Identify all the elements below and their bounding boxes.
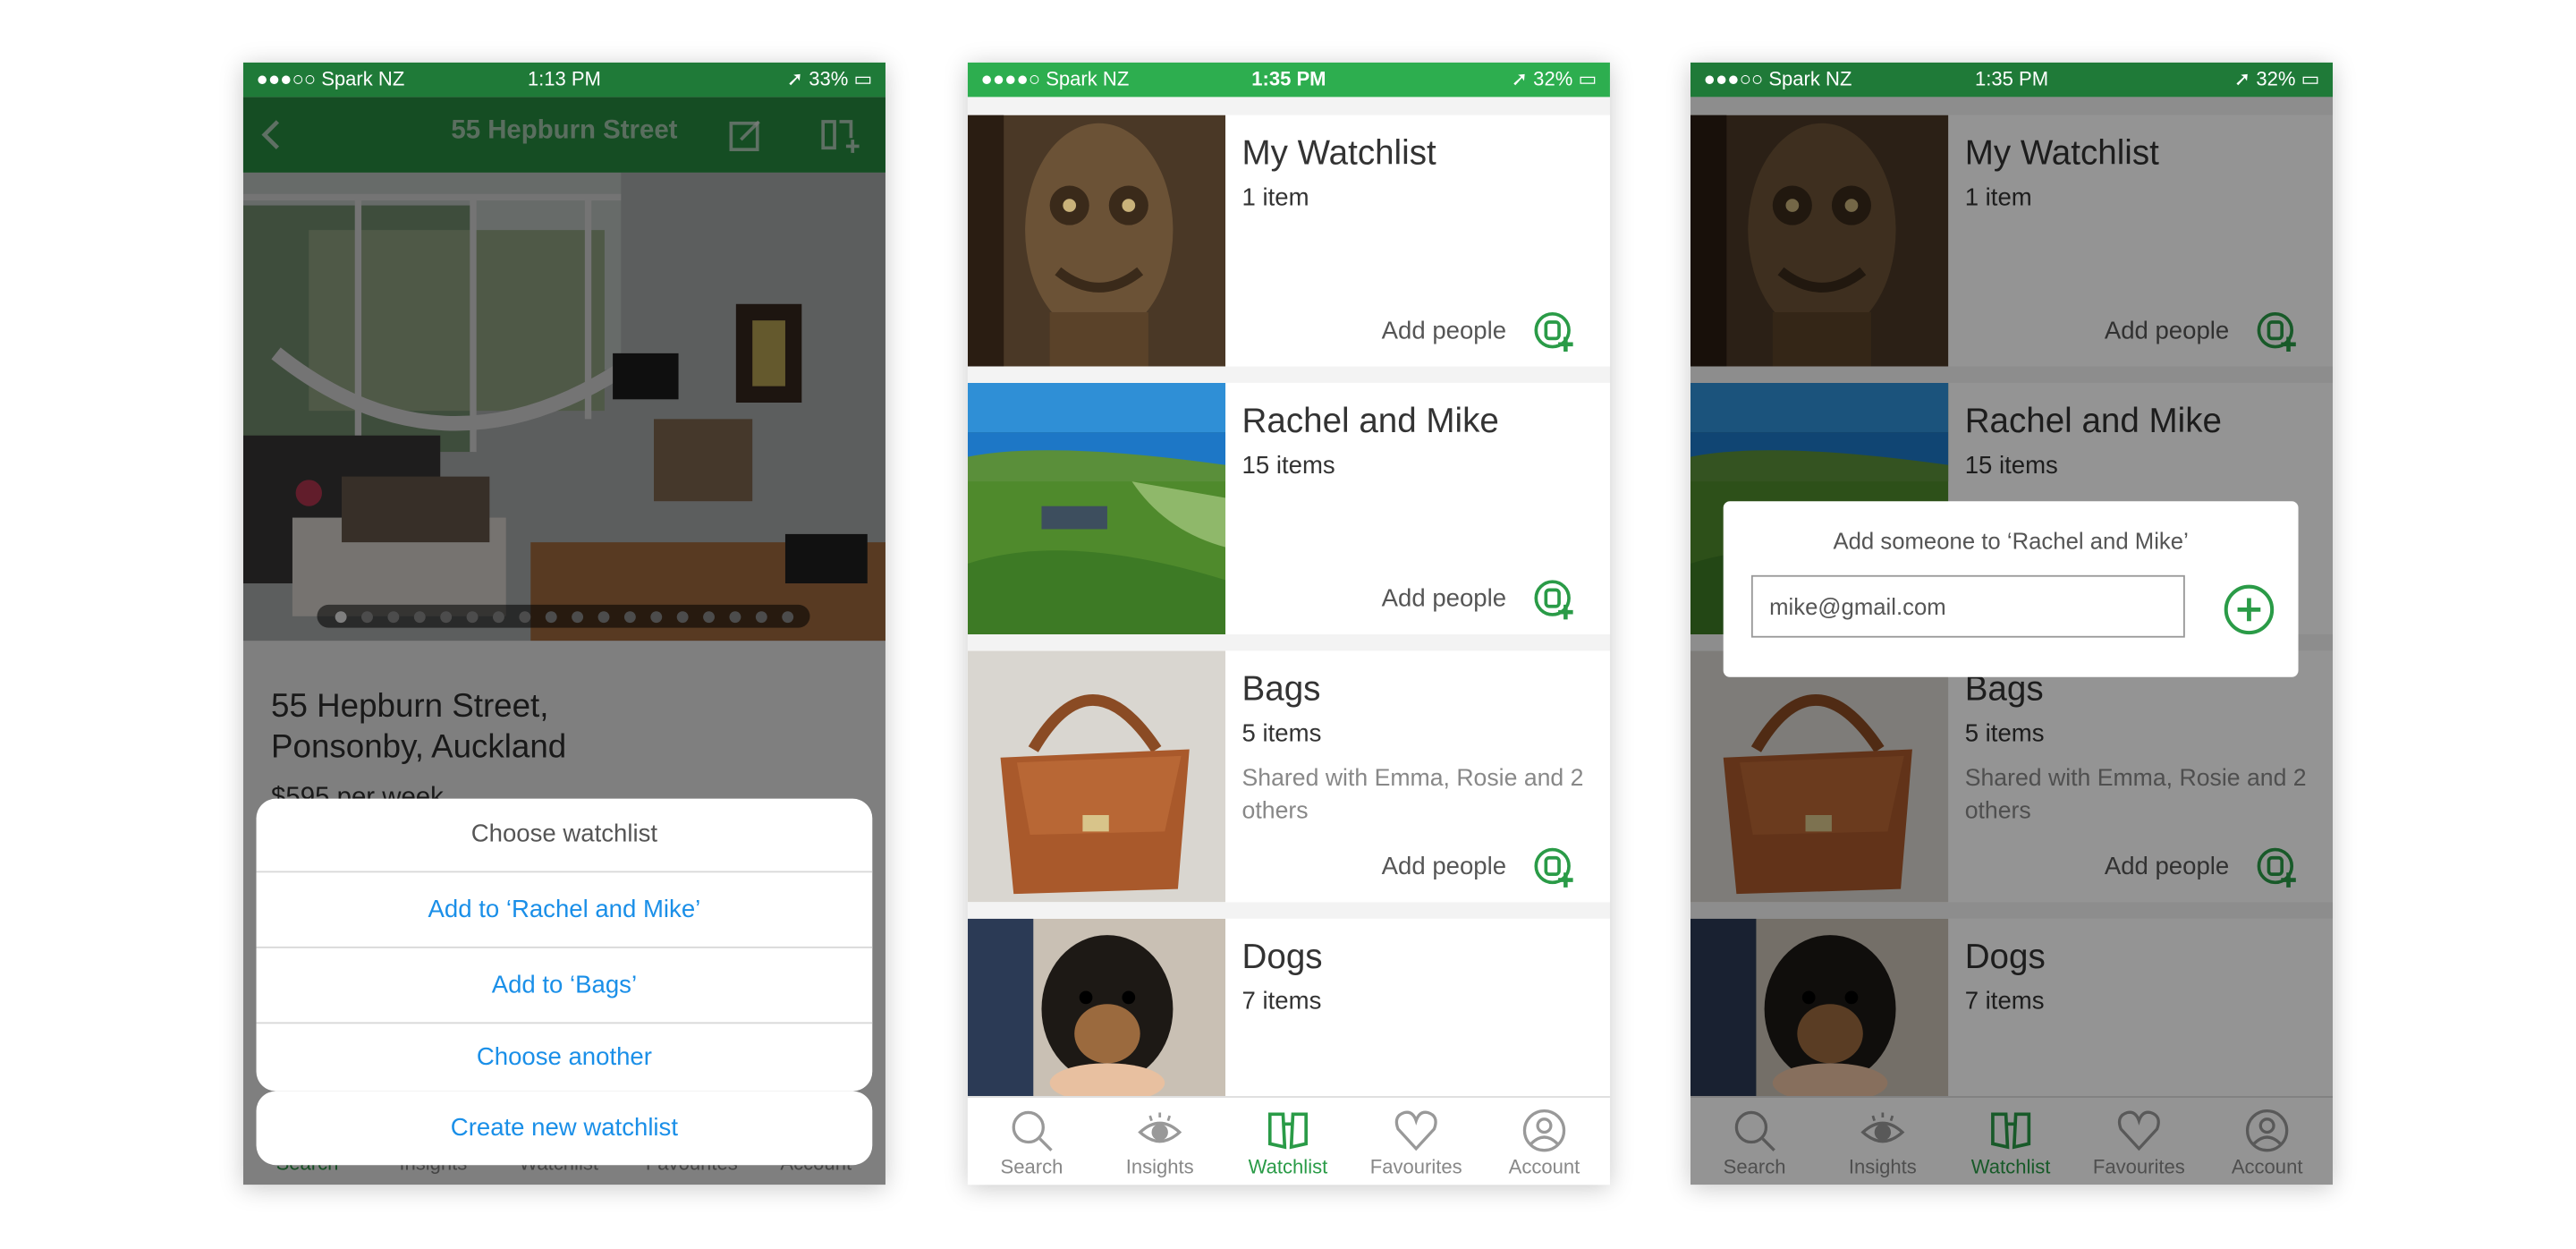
create-new-watchlist-button[interactable]: Create new watchlist: [256, 1091, 873, 1166]
status-bar: ●●●○○ Spark NZ 1:35 PM ➚ 32% ▭: [1690, 62, 2334, 98]
tab-bar: Search Insights Watchlist Favourites Acc…: [967, 1096, 1610, 1185]
eye-icon: [1138, 1112, 1182, 1143]
tab-favourites[interactable]: Favourites: [1352, 1098, 1480, 1185]
sheet-title: Choose watchlist: [470, 820, 658, 848]
tab-watchlist[interactable]: Watchlist: [1224, 1098, 1352, 1185]
watchlist-card[interactable]: Rachel and Mike 15 items Add people: [967, 382, 1610, 634]
add-to-bags-button[interactable]: Add to ‘Bags’: [256, 946, 873, 1022]
watchlist-name: Dogs: [1241, 938, 1323, 976]
phone-property-detail: ●●●○○ Spark NZ 1:13 PM ➚ 33% ▭ 55 Hepbur…: [242, 62, 886, 1185]
binoculars-icon: [1267, 1112, 1309, 1150]
phone-watchlists: ●●●●○ Spark NZ 1:35 PM ➚ 32% ▭ My Watchl…: [967, 62, 1610, 1185]
tab-search[interactable]: Search: [968, 1098, 1096, 1185]
watchlist-name: Bags: [1241, 670, 1321, 709]
watchlist-count: 1 item: [1241, 183, 1309, 212]
watchlist-card[interactable]: My Watchlist 1 item Add people: [967, 115, 1610, 367]
watchlist-shared-with: Shared with Emma, Rosie and 2 others: [1241, 765, 1584, 826]
watchlist-image-coast: [967, 382, 1226, 634]
watchlist-count: 5 items: [1241, 719, 1322, 748]
heart-icon: [1394, 1110, 1437, 1151]
tab-insights[interactable]: Insights: [1096, 1098, 1224, 1185]
choose-watchlist-sheet: Choose watchlist Add to ‘Rachel and Mike…: [256, 798, 873, 1092]
add-to-rachel-and-mike-button[interactable]: Add to ‘Rachel and Mike’: [256, 871, 873, 946]
watchlist-image-carving: [967, 115, 1226, 367]
email-input[interactable]: mike@gmail.com: [1750, 574, 2185, 638]
add-someone-dialog: Add someone to ‘Rachel and Mike’ mike@gm…: [1723, 501, 2299, 677]
add-people-icon[interactable]: [1533, 846, 1576, 889]
watchlist-image-bag: [967, 650, 1226, 903]
add-people-label[interactable]: Add people: [1382, 317, 1506, 344]
dialog-title: Add someone to ‘Rachel and Mike’: [1833, 527, 2189, 554]
watchlist-name: Rachel and Mike: [1241, 402, 1499, 441]
choose-another-button[interactable]: Choose another: [256, 1022, 873, 1091]
search-icon: [1012, 1110, 1053, 1151]
battery-label: ➚ 32% ▭: [1511, 67, 1597, 91]
tab-account[interactable]: Account: [1480, 1098, 1608, 1185]
battery-label: ➚ 33% ▭: [786, 67, 873, 91]
watchlist-card[interactable]: Dogs 7 items: [967, 918, 1610, 1097]
watchlist-count: 7 items: [1241, 987, 1322, 1016]
add-plus-icon[interactable]: [2223, 583, 2275, 636]
add-people-icon[interactable]: [1533, 579, 1576, 622]
watchlist-name: My Watchlist: [1241, 134, 1436, 173]
watchlist-image-puppy: [967, 918, 1226, 1097]
account-icon: [1522, 1109, 1566, 1152]
add-people-label[interactable]: Add people: [1382, 585, 1506, 613]
watchlist-count: 15 items: [1241, 452, 1335, 480]
status-bar: ●●●○○ Spark NZ 1:13 PM ➚ 33% ▭: [242, 62, 886, 98]
battery-label: ➚ 32% ▭: [2233, 67, 2320, 91]
watchlist-card[interactable]: Bags 5 items Shared with Emma, Rosie and…: [967, 650, 1610, 903]
phone-add-people: ●●●○○ Spark NZ 1:35 PM ➚ 32% ▭ My Watchl…: [1690, 62, 2334, 1185]
add-people-label[interactable]: Add people: [1382, 853, 1506, 880]
status-bar: ●●●●○ Spark NZ 1:35 PM ➚ 32% ▭: [967, 62, 1610, 98]
add-people-icon[interactable]: [1533, 310, 1576, 353]
